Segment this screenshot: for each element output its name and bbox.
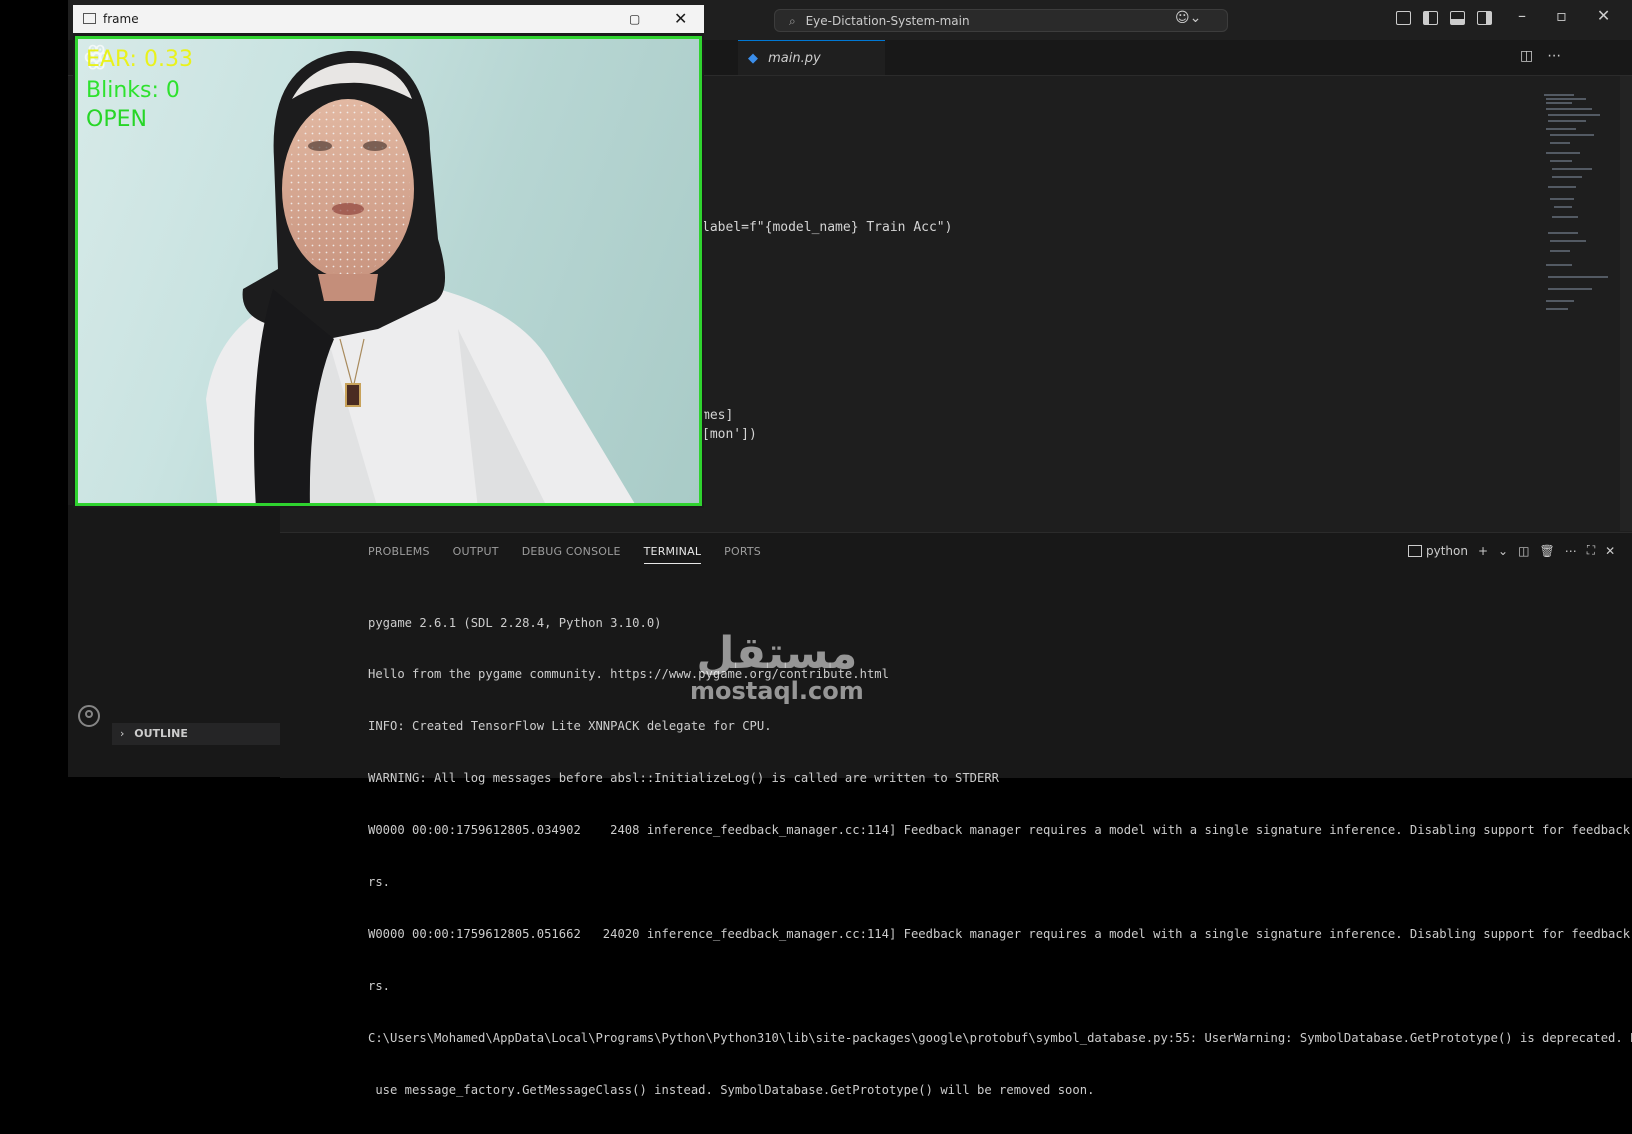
code-line: mes] xyxy=(702,408,734,423)
frame-window: frame ▢ ✕ ꙮ EAR: 0.33 Blinks: 0 OPEN xyxy=(73,5,704,508)
terminal-line: C:\Users\Mohamed\AppData\Local\Programs\… xyxy=(368,1030,1632,1045)
maximize-button[interactable]: ▢ xyxy=(629,5,640,33)
workspace-name: Eye-Dictation-System-main xyxy=(805,14,970,28)
more-actions-icon[interactable]: ⋯ xyxy=(1565,544,1577,558)
close-button[interactable]: ✕ xyxy=(1597,6,1610,25)
chevron-right-icon: › xyxy=(120,727,125,740)
account-icon[interactable] xyxy=(78,705,100,727)
terminal-dropdown-icon[interactable]: ⌄ xyxy=(1498,544,1508,558)
maximize-button[interactable]: ▫ xyxy=(1556,6,1567,25)
desktop: ⌕ Eye-Dictation-System-main ☺⌄ – ▫ ✕ ◆ m… xyxy=(0,0,1632,1097)
ear-readout: EAR: 0.33 xyxy=(86,47,193,72)
minimize-button[interactable]: – xyxy=(1518,6,1526,25)
webcam-image xyxy=(206,50,635,503)
watermark-latin: mostaql.com xyxy=(690,677,864,705)
terminal-selector[interactable]: python xyxy=(1408,544,1468,558)
tab-problems[interactable]: PROBLEMS xyxy=(368,545,430,564)
terminal-icon xyxy=(1408,545,1422,557)
frame-title: frame xyxy=(103,12,139,26)
camera-feed: ꙮ EAR: 0.33 Blinks: 0 OPEN xyxy=(75,36,702,506)
tab-ports[interactable]: PORTS xyxy=(724,545,761,564)
maximize-panel-icon[interactable]: ⛶ xyxy=(1587,543,1595,558)
bottom-panel: PROBLEMS OUTPUT DEBUG CONSOLE TERMINAL P… xyxy=(280,532,1632,1097)
terminal-name: python xyxy=(1426,543,1468,558)
eye-state: OPEN xyxy=(86,107,147,132)
code-line: label=f"{model_name} Train Acc") xyxy=(702,220,953,235)
layout-controls xyxy=(1396,11,1492,25)
tab-terminal[interactable]: TERMINAL xyxy=(643,545,702,564)
terminal-output[interactable]: pygame 2.6.1 (SDL 2.28.4, Python 3.10.0)… xyxy=(368,580,1632,1134)
terminal-line: W0000 00:00:1759612805.051662 24020 infe… xyxy=(368,926,1632,941)
command-center-search[interactable]: ⌕ Eye-Dictation-System-main xyxy=(774,9,1228,32)
minimap[interactable] xyxy=(1544,94,1612,324)
terminal-line: use message_factory.GetMessageClass() in… xyxy=(368,1082,1095,1097)
terminal-line: W0000 00:00:1759612805.034902 2408 infer… xyxy=(368,823,1632,838)
trash-icon[interactable]: 🗑 xyxy=(1539,544,1554,558)
watermark: مستقل mostaql.com xyxy=(690,628,864,705)
toggle-secondary-sidebar-icon[interactable] xyxy=(1477,11,1492,25)
split-terminal-icon[interactable]: ◫ xyxy=(1518,544,1529,558)
terminal-line: INFO: Created TensorFlow Lite XNNPACK de… xyxy=(368,719,772,734)
python-file-icon: ◆ xyxy=(748,51,758,66)
outline-label: OUTLINE xyxy=(134,727,188,740)
editor-scrollbar[interactable] xyxy=(1620,76,1632,531)
editor-actions: ◫ ⋯ xyxy=(1520,48,1561,64)
customize-layout-icon[interactable] xyxy=(1396,11,1411,25)
terminal-line: rs. xyxy=(368,875,391,890)
copilot-icon[interactable]: ☺⌄ xyxy=(1175,10,1201,26)
panel-tabs: PROBLEMS OUTPUT DEBUG CONSOLE TERMINAL P… xyxy=(368,545,761,564)
search-icon: ⌕ xyxy=(789,14,796,28)
code-line: [mon']) xyxy=(702,427,757,442)
split-editor-icon[interactable]: ◫ xyxy=(1520,48,1533,64)
blink-counter: Blinks: 0 xyxy=(86,78,180,103)
frame-title-bar[interactable]: frame ▢ ✕ xyxy=(73,5,704,33)
watermark-arabic: مستقل xyxy=(696,628,858,679)
toggle-primary-sidebar-icon[interactable] xyxy=(1423,11,1438,25)
close-panel-icon[interactable]: ✕ xyxy=(1605,544,1615,558)
more-actions-icon[interactable]: ⋯ xyxy=(1547,48,1561,64)
terminal-line: rs. xyxy=(368,978,391,993)
toggle-panel-icon[interactable] xyxy=(1450,11,1465,25)
window-controls: – ▫ ✕ xyxy=(1518,6,1610,25)
new-terminal-icon[interactable]: + xyxy=(1478,544,1488,558)
tab-output[interactable]: OUTPUT xyxy=(453,545,499,564)
terminal-line: WARNING: All log messages before absl::I… xyxy=(368,771,1000,786)
tab-main-py[interactable]: ◆ main.py xyxy=(738,40,885,75)
tab-debug-console[interactable]: DEBUG CONSOLE xyxy=(522,545,621,564)
panel-actions: python + ⌄ ◫ 🗑 ⋯ ⛶ ✕ xyxy=(1408,543,1615,558)
app-icon xyxy=(83,13,96,24)
tab-label: main.py xyxy=(768,51,821,66)
close-button[interactable]: ✕ xyxy=(674,5,687,33)
outline-section-header[interactable]: › OUTLINE xyxy=(112,723,282,745)
terminal-line: Hello from the pygame community. https:/… xyxy=(368,667,889,682)
terminal-line: pygame 2.6.1 (SDL 2.28.4, Python 3.10.0) xyxy=(368,615,662,630)
